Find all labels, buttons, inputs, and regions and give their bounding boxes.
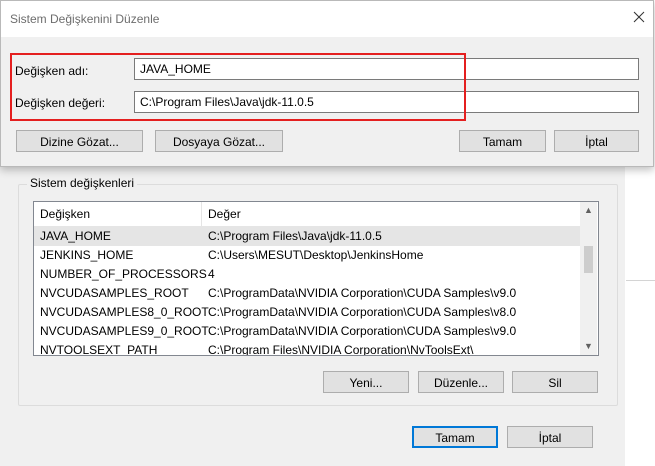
scrollbar-thumb[interactable]: [584, 246, 593, 273]
system-variables-list[interactable]: Değişken Değer JAVA_HOME C:\Program File…: [33, 201, 599, 356]
list-row-java-home[interactable]: JAVA_HOME C:\Program Files\Java\jdk-11.0…: [34, 227, 580, 246]
row-name: NVCUDASAMPLES8_0_ROOT: [40, 305, 209, 319]
list-row[interactable]: NVCUDASAMPLES8_0_ROOT C:\ProgramData\NVI…: [34, 303, 580, 322]
env-ok-button[interactable]: Tamam: [412, 426, 498, 448]
env-cancel-button[interactable]: İptal: [507, 426, 593, 448]
list-row[interactable]: NVTOOLSEXT_PATH C:\Program Files\NVIDIA …: [34, 341, 580, 356]
column-separator[interactable]: [201, 202, 202, 226]
variable-value-label: Değişken değeri:: [15, 96, 106, 110]
edit-system-variable-dialog: Sistem Değişkenini Düzenle Değişken adı:…: [0, 0, 654, 167]
divider: [626, 280, 655, 281]
list-row[interactable]: NUMBER_OF_PROCESSORS 4: [34, 265, 580, 284]
title-bar[interactable]: Sistem Değişkenini Düzenle: [1, 1, 653, 37]
vertical-scrollbar[interactable]: ▲ ▼: [580, 202, 597, 355]
delete-variable-button[interactable]: Sil: [512, 371, 598, 393]
row-name: NVCUDASAMPLES9_0_ROOT: [40, 324, 209, 338]
variable-value-field[interactable]: C:\Program Files\Java\jdk-11.0.5: [134, 91, 639, 113]
row-value: C:\Program Files\NVIDIA Corporation\NvTo…: [208, 343, 474, 356]
row-name: NVCUDASAMPLES_ROOT: [40, 286, 189, 300]
scroll-up-icon[interactable]: ▲: [580, 202, 597, 219]
column-header-value[interactable]: Değer: [208, 207, 241, 221]
list-row[interactable]: NVCUDASAMPLES9_0_ROOT C:\ProgramData\NVI…: [34, 322, 580, 341]
edit-variable-button[interactable]: Düzenle...: [418, 371, 504, 393]
row-name: NUMBER_OF_PROCESSORS: [40, 267, 207, 281]
browse-file-button[interactable]: Dosyaya Gözat...: [155, 130, 283, 152]
list-row[interactable]: NVCUDASAMPLES_ROOT C:\ProgramData\NVIDIA…: [34, 284, 580, 303]
row-name: NVTOOLSEXT_PATH: [40, 343, 158, 356]
list-header: Değişken Değer: [34, 202, 580, 227]
new-variable-button[interactable]: Yeni...: [323, 371, 409, 393]
row-value: C:\ProgramData\NVIDIA Corporation\CUDA S…: [208, 286, 517, 300]
system-variables-label: Sistem değişkenleri: [27, 176, 138, 190]
close-icon[interactable]: [631, 9, 647, 25]
cancel-button[interactable]: İptal: [554, 130, 639, 152]
scroll-down-icon[interactable]: ▼: [580, 338, 597, 355]
row-value: C:\ProgramData\NVIDIA Corporation\CUDA S…: [208, 305, 517, 319]
row-name: JAVA_HOME: [40, 229, 111, 243]
row-value: C:\Program Files\Java\jdk-11.0.5: [208, 229, 382, 243]
list-row[interactable]: JENKINS_HOME C:\Users\MESUT\Desktop\Jenk…: [34, 246, 580, 265]
variable-name-label: Değişken adı:: [15, 64, 89, 78]
variable-name-field[interactable]: JAVA_HOME: [134, 58, 639, 80]
row-value: C:\Users\MESUT\Desktop\JenkinsHome: [208, 248, 424, 262]
dialog-title: Sistem Değişkenini Düzenle: [10, 12, 160, 26]
row-value: C:\ProgramData\NVIDIA Corporation\CUDA S…: [208, 324, 517, 338]
browse-directory-button[interactable]: Dizine Gözat...: [16, 130, 143, 152]
ok-button[interactable]: Tamam: [459, 130, 546, 152]
row-value: 4: [208, 267, 215, 281]
row-name: JENKINS_HOME: [40, 248, 134, 262]
column-header-variable[interactable]: Değişken: [40, 207, 90, 221]
